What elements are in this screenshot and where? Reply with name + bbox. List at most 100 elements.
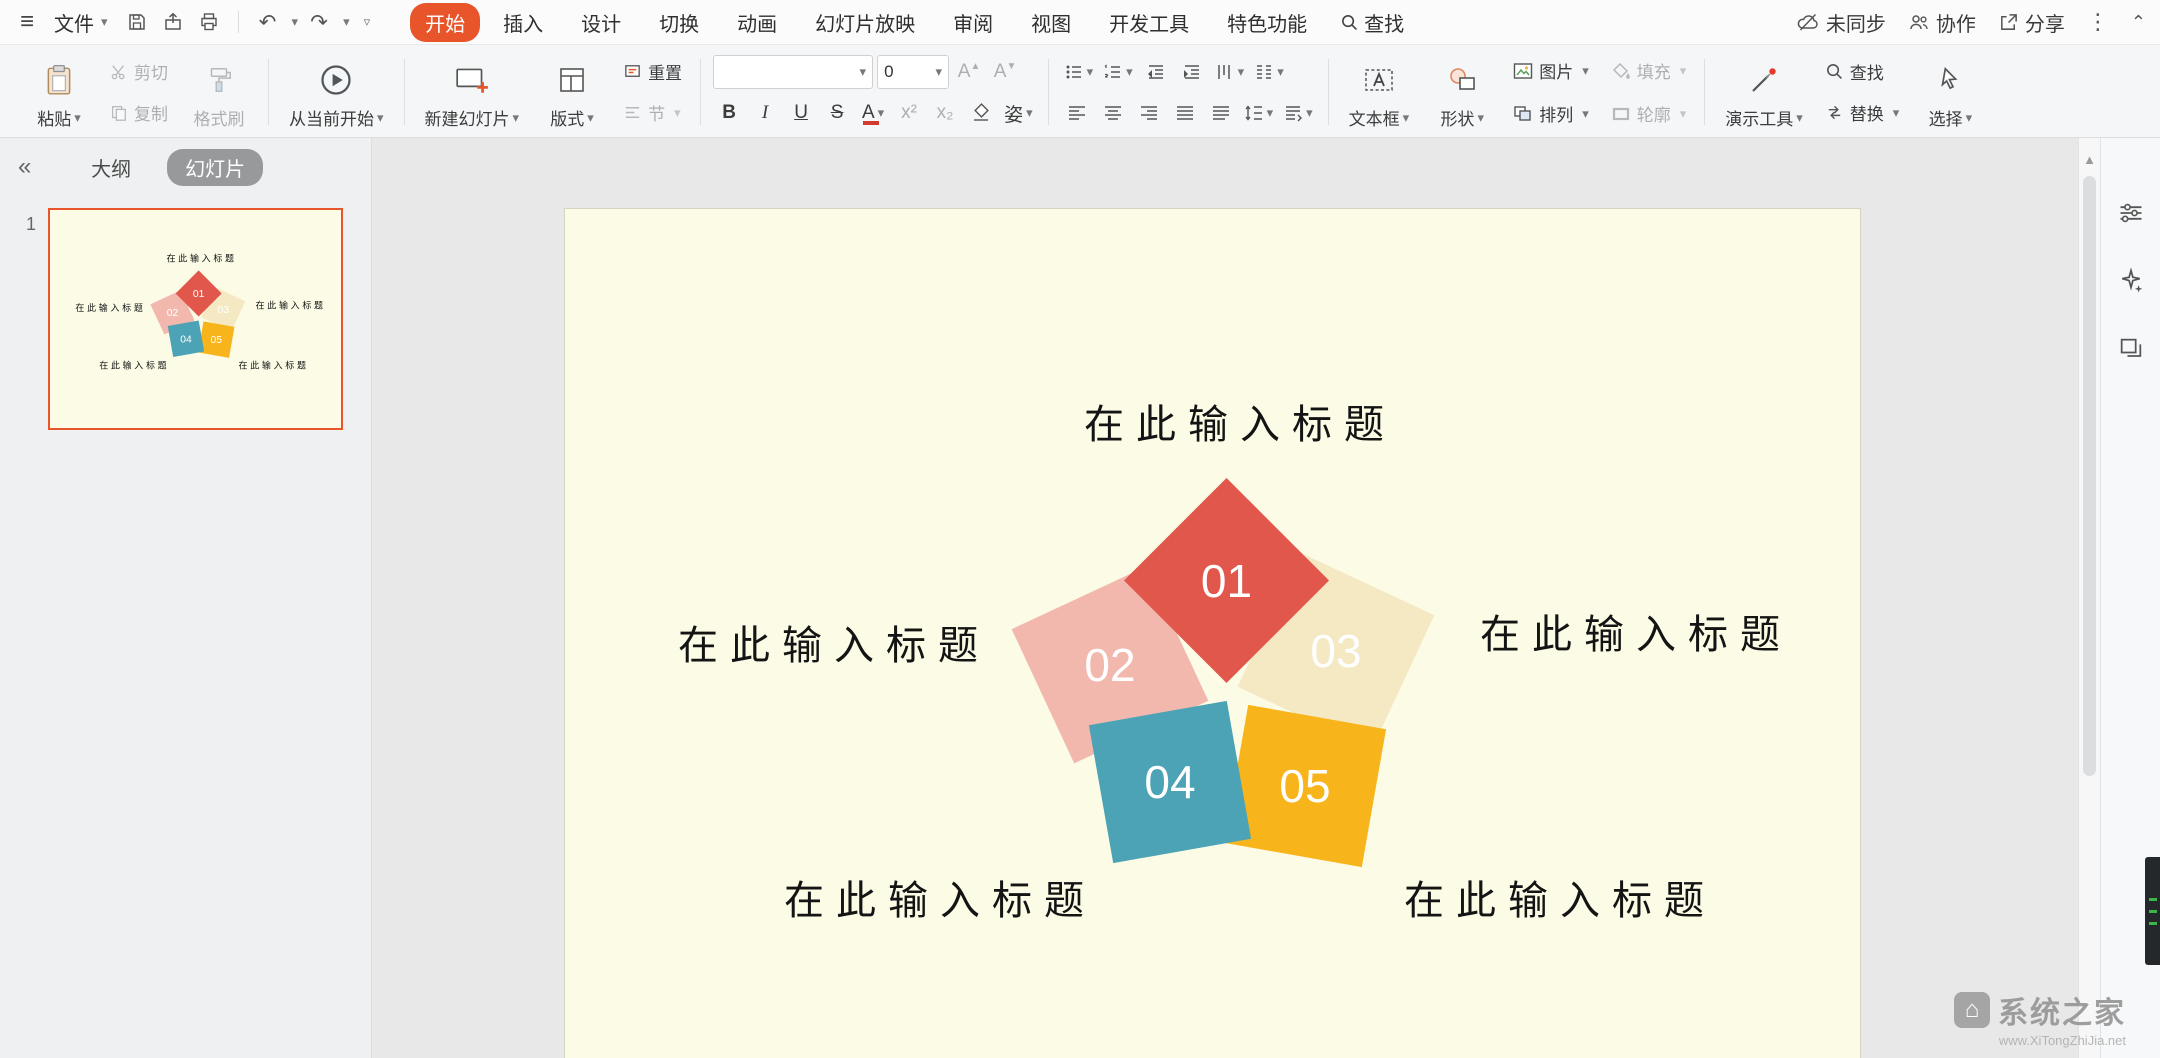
- undo-caret[interactable]: ▾: [292, 14, 299, 30]
- copy-button[interactable]: 复制: [104, 97, 174, 128]
- undo-button[interactable]: ↶: [253, 7, 283, 37]
- strikethrough-button[interactable]: S: [821, 97, 853, 129]
- numbering-button[interactable]: ▾: [1100, 56, 1136, 88]
- properties-panel-button[interactable]: [2114, 196, 2148, 230]
- picture-button[interactable]: 图片 ▾: [1507, 55, 1595, 86]
- shapes-button[interactable]: 形状▾: [1425, 51, 1499, 133]
- export-button[interactable]: [158, 7, 188, 37]
- clear-format-button[interactable]: [965, 97, 997, 129]
- bullets-button[interactable]: ▾: [1061, 56, 1097, 88]
- outline-button[interactable]: 轮廓 ▾: [1605, 98, 1693, 129]
- font-size-combobox[interactable]: 0 ▾: [877, 55, 949, 89]
- scrollbar-thumb[interactable]: [2083, 176, 2096, 776]
- vertical-scrollbar[interactable]: ▲: [2078, 138, 2100, 1058]
- slides-group: 新建幻灯片▾ 版式▾ 重置 节 ▾: [409, 51, 697, 133]
- tab-special-features[interactable]: 特色功能: [1212, 3, 1322, 42]
- slide-title-top[interactable]: 在此输入标题: [940, 392, 1540, 450]
- tab-insert[interactable]: 插入: [488, 3, 558, 42]
- increase-indent-button[interactable]: [1176, 56, 1208, 88]
- justify-button[interactable]: [1169, 97, 1201, 129]
- object-layers-button[interactable]: [2114, 332, 2148, 366]
- text-box-button[interactable]: 文本框▾: [1341, 51, 1418, 133]
- slide-title-bottom-right[interactable]: 在此输入标题: [1404, 868, 1704, 926]
- save-button[interactable]: [122, 7, 152, 37]
- smart-beautify-button[interactable]: [2114, 264, 2148, 298]
- watermark-name: 系统之家: [1998, 988, 2126, 1032]
- slide-title-bottom-left[interactable]: 在此输入标题: [784, 868, 1084, 926]
- sparkle-wand-icon: [2117, 267, 2145, 295]
- reset-button[interactable]: 重置: [617, 56, 688, 87]
- tab-developer[interactable]: 开发工具: [1094, 3, 1204, 42]
- tab-view[interactable]: 视图: [1016, 3, 1086, 42]
- align-center-icon: [1103, 103, 1123, 123]
- format-painter-button[interactable]: 格式刷: [182, 51, 256, 133]
- section-button[interactable]: 节 ▾: [617, 97, 688, 128]
- italic-button[interactable]: I: [749, 97, 781, 129]
- fill-button[interactable]: 填充 ▾: [1605, 55, 1693, 86]
- arrange-button[interactable]: 排列 ▾: [1507, 98, 1595, 129]
- demo-tools-button[interactable]: 演示工具▾: [1717, 51, 1811, 133]
- tab-home[interactable]: 开始: [410, 3, 480, 42]
- tab-transition[interactable]: 切换: [644, 3, 714, 42]
- redo-caret[interactable]: ▾: [343, 14, 350, 30]
- align-left-button[interactable]: [1061, 97, 1093, 129]
- redo-button[interactable]: ↷: [304, 7, 334, 37]
- text-effect-button[interactable]: 姿▾: [1001, 97, 1036, 129]
- share-button[interactable]: 分享: [1998, 8, 2065, 37]
- tab-animation[interactable]: 动画: [722, 3, 792, 42]
- more-menu-icon[interactable]: ⋮: [2087, 9, 2109, 35]
- distribute-icon: [1211, 103, 1231, 123]
- diamond-01[interactable]: 01: [1124, 478, 1329, 683]
- align-right-button[interactable]: [1133, 97, 1165, 129]
- scroll-up-icon[interactable]: ▲: [2079, 152, 2100, 167]
- tab-slideshow[interactable]: 幻灯片放映: [800, 3, 930, 42]
- distribute-button[interactable]: [1205, 97, 1237, 129]
- tab-slides[interactable]: 幻灯片: [167, 149, 263, 186]
- align-center-button[interactable]: [1097, 97, 1129, 129]
- cut-button[interactable]: 剪切: [104, 56, 174, 87]
- text-direction-button[interactable]: ▾: [1212, 56, 1248, 88]
- customize-toolbar-caret[interactable]: ▿: [364, 14, 371, 30]
- slide-canvas[interactable]: 在此输入标题 在此输入标题 在此输入标题 在此输入标题 在此输入标题 03 02…: [372, 138, 2078, 1058]
- collaborate-button[interactable]: 协作: [1908, 8, 1976, 37]
- diamond-05[interactable]: 05: [1224, 705, 1386, 867]
- file-menu[interactable]: 文件 ▾: [46, 4, 116, 41]
- collapse-ribbon-icon[interactable]: ⌃: [2131, 12, 2146, 33]
- menubar-find-button[interactable]: 查找: [1330, 3, 1414, 42]
- columns-button[interactable]: ▾: [1251, 56, 1287, 88]
- decrease-font-button[interactable]: A▼: [989, 56, 1021, 88]
- slide-title-left[interactable]: 在此输入标题: [678, 613, 978, 671]
- tab-outline[interactable]: 大纲: [81, 149, 141, 186]
- underline-button[interactable]: U: [785, 97, 817, 129]
- menubar-left: ≡ 文件 ▾ ↶ ▾ ↷ ▾ ▿: [14, 4, 370, 41]
- diamond-04[interactable]: 04: [1089, 701, 1251, 863]
- collapse-sidebar-icon[interactable]: «: [18, 153, 31, 181]
- superscript-button[interactable]: x²: [893, 97, 925, 129]
- paragraph-settings-button[interactable]: ▾: [1280, 97, 1316, 129]
- select-button[interactable]: 选择▾: [1913, 51, 1987, 133]
- slide-title-right[interactable]: 在此输入标题: [1480, 602, 1780, 660]
- bold-button[interactable]: B: [713, 97, 745, 129]
- slide-thumbnail[interactable]: 在此输入标题 在此输入标题 在此输入标题 在此输入标题 在此输入标题 03 02…: [48, 208, 343, 430]
- play-from-current-button[interactable]: 从当前开始▾: [281, 51, 392, 133]
- decrease-indent-button[interactable]: [1140, 56, 1172, 88]
- tab-design[interactable]: 设计: [566, 3, 636, 42]
- replace-label: 替换: [1850, 100, 1884, 125]
- font-color-button[interactable]: A▾: [857, 97, 889, 129]
- reset-label: 重置: [648, 59, 682, 84]
- print-button[interactable]: [194, 7, 224, 37]
- slide-editor[interactable]: 在此输入标题 在此输入标题 在此输入标题 在此输入标题 在此输入标题 03 02…: [565, 209, 1860, 1058]
- line-spacing-button[interactable]: ▾: [1241, 97, 1277, 129]
- subscript-button[interactable]: x₂: [929, 97, 961, 129]
- new-slide-button[interactable]: 新建幻灯片▾: [417, 51, 528, 133]
- font-name-combobox[interactable]: ▾: [713, 55, 873, 89]
- tab-review[interactable]: 审阅: [938, 3, 1008, 42]
- find-button[interactable]: 查找: [1819, 56, 1906, 87]
- paste-button[interactable]: 粘贴▾: [22, 51, 96, 133]
- replace-button[interactable]: 替换 ▾: [1819, 97, 1906, 128]
- main-menu-icon[interactable]: ≡: [14, 8, 40, 36]
- increase-font-button[interactable]: A▲: [953, 56, 985, 88]
- edge-scroll-indicator[interactable]: [2145, 857, 2160, 965]
- sync-status-button[interactable]: 未同步: [1796, 8, 1886, 37]
- layout-button[interactable]: 版式▾: [535, 51, 609, 133]
